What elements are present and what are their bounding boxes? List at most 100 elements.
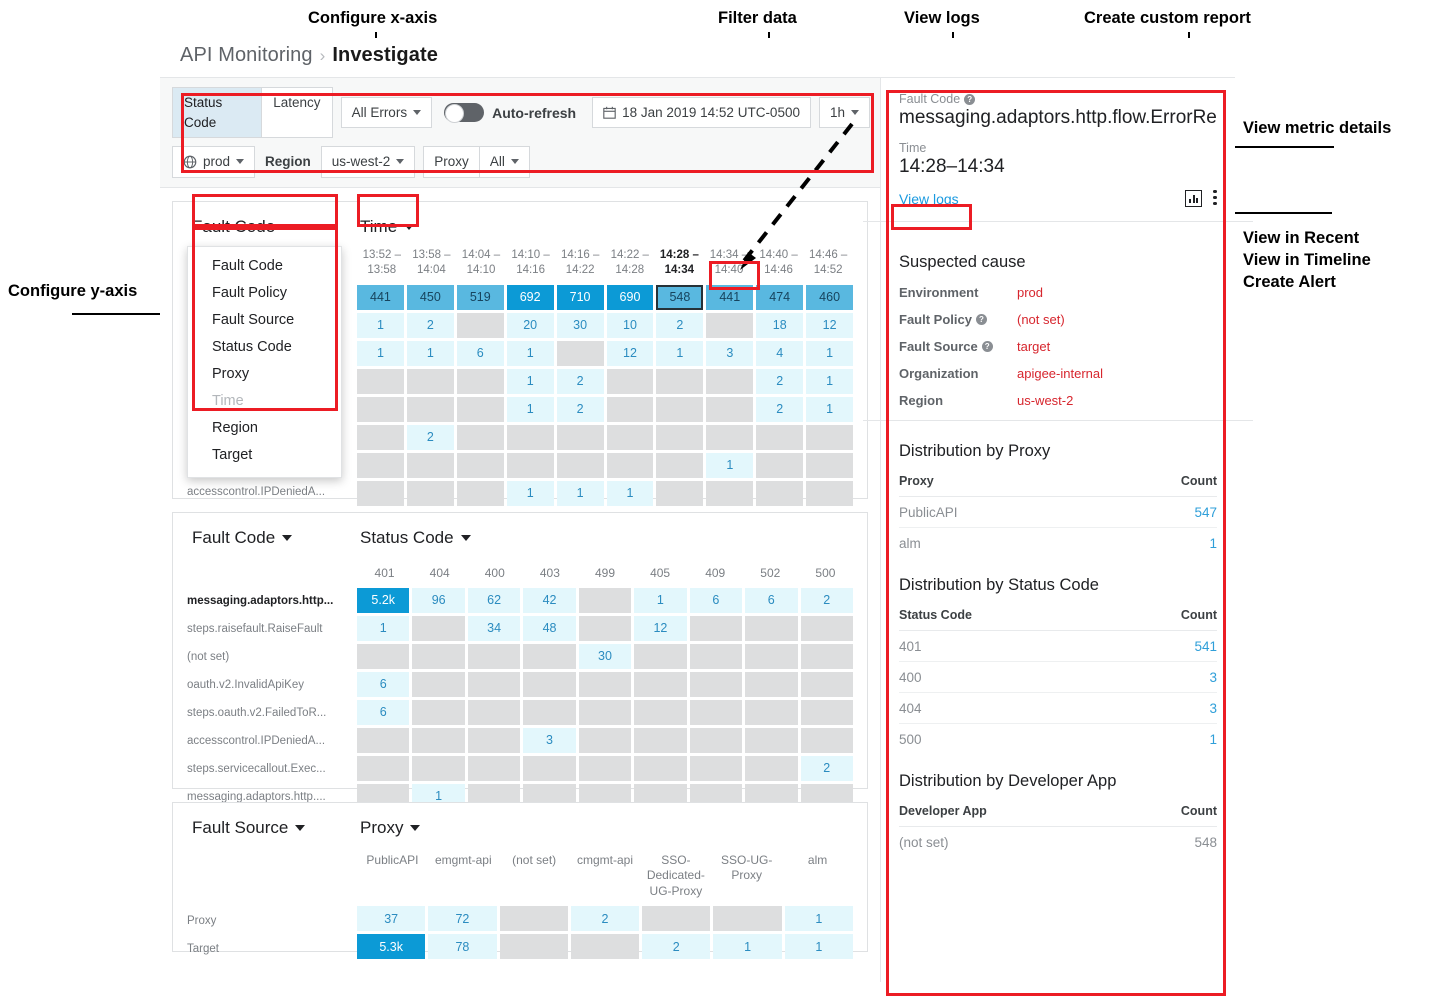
heatmap-cell[interactable] [412, 671, 465, 697]
heatmap-cell[interactable] [656, 452, 704, 478]
heatmap-cell[interactable] [745, 615, 798, 641]
heatmap-cell[interactable]: 5.3k [357, 934, 426, 960]
heatmap-cell[interactable] [357, 396, 404, 422]
heatmap-cell[interactable] [412, 699, 465, 725]
region-dropdown[interactable]: us-west-2 [320, 146, 416, 178]
help-icon[interactable]: ? [964, 93, 976, 105]
heatmap-cell[interactable]: 441 [706, 284, 754, 310]
heatmap-cell[interactable] [756, 452, 804, 478]
heatmap-cell[interactable] [499, 906, 568, 932]
heatmap-cell[interactable]: 2 [570, 906, 640, 932]
heatmap-cell[interactable] [642, 906, 711, 932]
heatmap-cell[interactable]: 6 [357, 671, 410, 697]
heatmap-cell[interactable]: 1 [634, 587, 687, 613]
yaxis-selector-3[interactable]: Fault Source [187, 815, 355, 841]
heatmap-cell[interactable]: 1 [784, 906, 853, 932]
heatmap-cell[interactable]: 20 [506, 312, 554, 338]
heatmap-cell[interactable] [357, 727, 410, 753]
heatmap-cell[interactable]: 30 [556, 312, 604, 338]
heatmap-cell[interactable] [357, 452, 404, 478]
heatmap-cell[interactable] [606, 452, 654, 478]
tab-status-code[interactable]: Status Code [172, 87, 262, 139]
heatmap-cell[interactable] [606, 424, 654, 450]
heatmap-cell[interactable]: 12 [634, 615, 687, 641]
heatmap-cell[interactable]: 2 [756, 368, 804, 394]
proxy-dropdown[interactable]: All [478, 146, 530, 178]
yaxis-menu-item-fault-source[interactable]: Fault Source [188, 307, 341, 334]
heatmap-cell[interactable] [412, 643, 465, 669]
heatmap-cell[interactable]: 1 [406, 340, 454, 366]
heatmap-cell[interactable] [634, 671, 687, 697]
heatmap-cell[interactable]: 42 [523, 587, 576, 613]
heatmap-cell[interactable] [467, 755, 521, 781]
heatmap-cell[interactable] [456, 368, 504, 394]
heatmap-cell[interactable]: 2 [656, 312, 704, 338]
yaxis-selector-2[interactable]: Fault Code [187, 525, 355, 551]
heatmap-cell[interactable] [357, 755, 410, 781]
heatmap-cell[interactable]: 1 [713, 934, 782, 960]
heatmap-cell[interactable] [467, 643, 521, 669]
heatmap-cell[interactable] [456, 312, 504, 338]
heatmap-cell[interactable] [634, 699, 687, 725]
heatmap-cell[interactable] [357, 424, 404, 450]
help-icon[interactable]: ? [975, 313, 987, 325]
heatmap-cell[interactable] [523, 643, 576, 669]
heatmap-cell[interactable] [689, 671, 743, 697]
heatmap-cell[interactable] [706, 312, 754, 338]
yaxis-menu-item-target[interactable]: Target [188, 442, 341, 469]
heatmap-cell[interactable] [406, 368, 454, 394]
view-logs-link[interactable]: View logs [899, 191, 959, 207]
heatmap-cell[interactable]: 6 [456, 340, 504, 366]
heatmap-cell[interactable]: 3 [523, 727, 576, 753]
heatmap-cell[interactable] [745, 643, 798, 669]
heatmap-cell[interactable]: 62 [467, 587, 521, 613]
heatmap-cell[interactable] [806, 480, 854, 506]
heatmap-cell[interactable]: 548 [656, 284, 704, 310]
heatmap-cell[interactable] [456, 452, 504, 478]
heatmap-cell[interactable]: 1 [556, 480, 604, 506]
heatmap-cell[interactable]: 3 [706, 340, 754, 366]
auto-refresh-toggle[interactable] [444, 103, 485, 124]
heatmap-cell[interactable]: 1 [506, 480, 554, 506]
heatmap-cell[interactable]: 2 [556, 396, 604, 422]
duration-dropdown[interactable]: 1h [818, 96, 870, 129]
heatmap-cell[interactable]: 2 [406, 312, 454, 338]
heatmap-cell[interactable] [745, 755, 798, 781]
xaxis-selector-2[interactable]: Status Code [355, 525, 476, 551]
heatmap-cell[interactable] [800, 615, 853, 641]
heatmap-cell[interactable]: 1 [357, 615, 410, 641]
distribution-count[interactable]: 547 [1095, 496, 1217, 528]
heatmap-cell[interactable] [578, 587, 632, 613]
heatmap-cell[interactable] [456, 396, 504, 422]
date-range-picker[interactable]: 18 Jan 2019 14:52 UTC-0500 [592, 96, 811, 129]
heatmap-cell[interactable] [523, 671, 576, 697]
yaxis-menu-item-region[interactable]: Region [188, 415, 341, 442]
heatmap-cell[interactable] [745, 699, 798, 725]
heatmap-cell[interactable] [745, 671, 798, 697]
heatmap-cell[interactable] [706, 368, 754, 394]
heatmap-cell[interactable]: 1 [357, 340, 404, 366]
heatmap-cell[interactable]: 1 [506, 340, 554, 366]
heatmap-cell[interactable] [756, 424, 804, 450]
heatmap-cell[interactable] [800, 671, 853, 697]
errors-filter-dropdown[interactable]: All Errors [340, 96, 433, 129]
heatmap-cell[interactable]: 441 [357, 284, 404, 310]
heatmap-cell[interactable]: 18 [756, 312, 804, 338]
heatmap-cell[interactable] [806, 452, 854, 478]
more-vertical-icon[interactable] [1213, 189, 1217, 208]
heatmap-cell[interactable] [800, 699, 853, 725]
tab-latency[interactable]: Latency [261, 87, 333, 139]
heatmap-cell[interactable]: 474 [756, 284, 804, 310]
heatmap-cell[interactable] [467, 727, 521, 753]
heatmap-cell[interactable] [570, 934, 640, 960]
heatmap-cell[interactable] [578, 671, 632, 697]
heatmap-cell[interactable] [412, 727, 465, 753]
heatmap-cell[interactable]: 1 [506, 368, 554, 394]
heatmap-cell[interactable] [706, 396, 754, 422]
heatmap-cell[interactable]: 1 [506, 396, 554, 422]
heatmap-cell[interactable]: 690 [606, 284, 654, 310]
heatmap-cell[interactable] [556, 452, 604, 478]
heatmap-cell[interactable] [456, 480, 504, 506]
heatmap-cell[interactable] [713, 906, 782, 932]
yaxis-menu-item-status-code[interactable]: Status Code [188, 334, 341, 361]
